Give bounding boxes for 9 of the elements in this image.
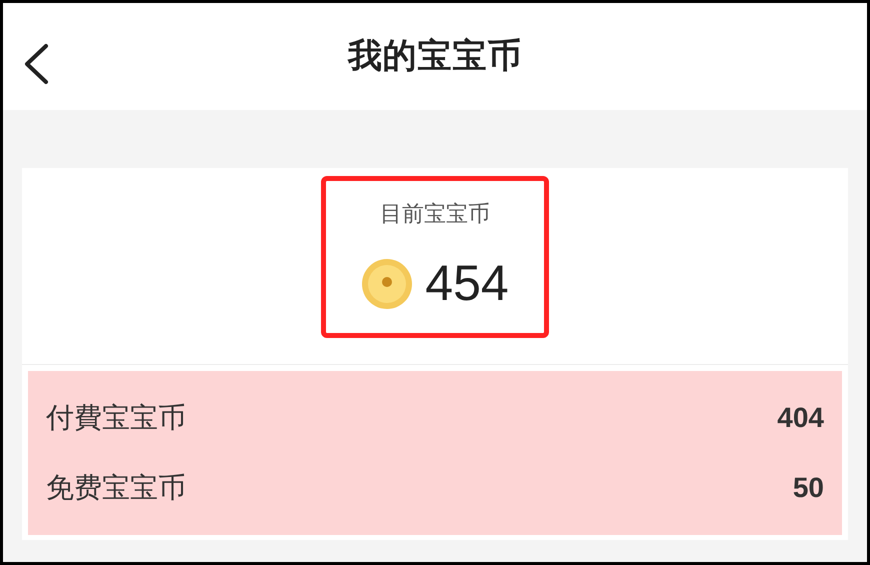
coin-icon (361, 258, 414, 310)
row-value: 404 (777, 401, 824, 435)
row-label: 免费宝宝币 (46, 471, 186, 505)
balance-label: 目前宝宝币 (380, 200, 490, 228)
back-icon[interactable] (23, 43, 49, 85)
row-label: 付費宝宝币 (46, 401, 186, 435)
balance-amount: 454 (425, 254, 509, 313)
page-title: 我的宝宝币 (348, 36, 522, 77)
row-value: 50 (792, 471, 824, 505)
